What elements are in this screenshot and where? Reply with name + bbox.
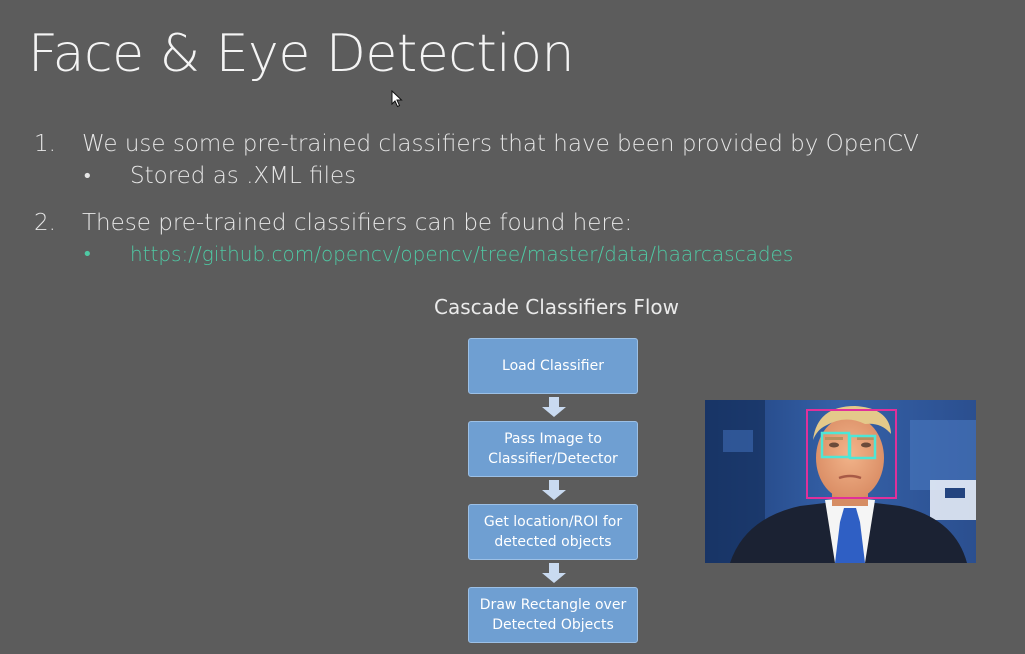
- down-arrow-icon: [542, 397, 566, 417]
- haarcascades-link[interactable]: https://github.com/opencv/opencv/tree/ma…: [130, 242, 793, 266]
- face-detection-illustration: [705, 400, 976, 563]
- sub-bullet-1: •: [82, 166, 93, 187]
- list-item-number-2: 2.: [34, 210, 56, 236]
- list-item-number-1: 1.: [34, 131, 56, 157]
- face-detection-photo: [705, 400, 976, 563]
- sub-bullet-2: •: [82, 244, 93, 265]
- list-item-text-2: These pre-trained classifiers can be fou…: [82, 210, 633, 236]
- flow-step-draw-rectangle: Draw Rectangle over Detected Objects: [468, 587, 638, 643]
- down-arrow-icon: [542, 563, 566, 583]
- flow-step-pass-image: Pass Image to Classifier/Detector: [468, 421, 638, 477]
- flow-step-get-location: Get location/ROI for detected objects: [468, 504, 638, 560]
- sub-item-text-1: Stored as .XML files: [130, 163, 357, 189]
- list-item-text-1: We use some pre-trained classifiers that…: [82, 131, 919, 157]
- flow-title: Cascade Classifiers Flow: [434, 295, 679, 319]
- slide-title: Face & Eye Detection: [28, 24, 574, 84]
- mouse-pointer-icon: [391, 90, 403, 108]
- flow-step-load-classifier: Load Classifier: [468, 338, 638, 394]
- down-arrow-icon: [542, 480, 566, 500]
